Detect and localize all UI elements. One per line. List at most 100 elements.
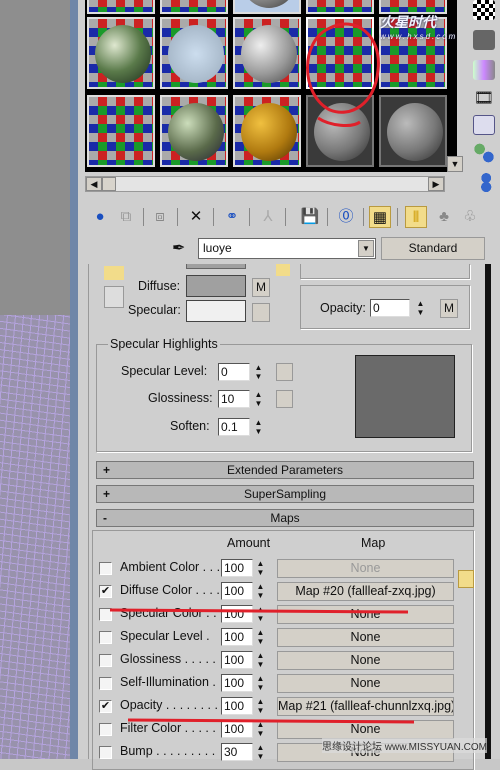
put-to-library-icon[interactable]: 💾 [299,206,321,228]
map-amount-spinner[interactable]: 100 [221,582,253,600]
soften-spinner[interactable]: 0.1 [218,418,250,436]
map-amount-spinner[interactable]: 100 [221,674,253,692]
go-forward-sibling-icon[interactable]: ♧ [459,206,481,228]
map-enable-checkbox[interactable] [99,723,112,736]
material-slot[interactable] [233,0,301,14]
glossiness-map-button[interactable] [276,390,293,408]
map-amount-spinner[interactable]: 100 [221,697,253,715]
sample-uv-icon[interactable] [473,60,495,80]
spinner-arrows-icon[interactable]: ▲ ▼ [255,697,266,715]
preview-icon[interactable] [473,115,495,135]
chevron-down-icon[interactable]: ▼ [358,240,374,257]
map-slot-button[interactable]: None [277,559,454,578]
material-slot[interactable] [160,17,228,89]
map-amount-spinner[interactable]: 30 [221,743,253,761]
spinner-arrows-icon[interactable]: ▲ ▼ [255,651,266,669]
map-enable-checkbox[interactable] [99,562,112,575]
go-to-parent-icon[interactable]: ♣ [433,206,455,228]
map-enable-checkbox[interactable]: ✔ [99,700,112,713]
get-material-icon[interactable]: ● [89,206,111,228]
material-slot[interactable] [87,0,155,14]
make-unique-icon[interactable]: ⅄ [257,206,279,228]
map-amount-spinner[interactable]: 100 [221,559,253,577]
rollout-supersampling[interactable]: + SuperSampling [96,485,474,503]
spinner-arrows-icon[interactable]: ▲ ▼ [255,559,266,577]
material-slot[interactable] [379,95,447,167]
assign-to-selection-icon[interactable]: ⧈ [149,206,171,228]
lock-icon[interactable] [458,570,474,588]
spinner-arrows-icon[interactable]: ▲ ▼ [255,674,266,692]
material-slot[interactable] [306,17,374,89]
diffuse-map-button[interactable]: M [252,278,270,297]
material-slot[interactable] [87,17,155,89]
material-slot[interactable] [87,95,155,167]
show-end-result-icon[interactable]: ⫴ [405,206,427,228]
rollout-extended-parameters[interactable]: + Extended Parameters [96,461,474,479]
material-slot[interactable] [160,0,228,14]
map-enable-checkbox[interactable] [99,677,112,690]
map-slot-button[interactable]: Map #21 (fallleaf-chunnlzxq.jpg) [277,697,454,716]
backlight-icon[interactable] [473,30,495,50]
show-map-in-viewport-icon[interactable]: ▦ [369,206,391,228]
map-amount-spinner[interactable]: 100 [221,628,253,646]
map-amount-spinner[interactable]: 100 [221,651,253,669]
map-slot-button[interactable]: None [277,674,454,693]
spinner-arrows-icon[interactable]: ▲ ▼ [255,605,266,623]
spinner-arrows-icon[interactable]: ▲ ▼ [253,418,264,436]
spinner-arrows-icon[interactable]: ▲ ▼ [255,743,266,761]
lock-icon[interactable] [276,264,290,276]
spinner-arrows-icon[interactable]: ▲ ▼ [255,582,266,600]
map-slot-button[interactable]: None [277,651,454,670]
map-amount-spinner[interactable]: 100 [221,605,253,623]
spinner-arrows-icon[interactable]: ▲ ▼ [255,628,266,646]
put-to-scene-icon[interactable]: ⧉ [115,206,137,228]
specular-level-map-button[interactable] [276,363,293,381]
panel-scrollbar[interactable] [485,264,491,759]
reset-map-icon[interactable]: ✕ [185,206,207,228]
specular-map-button[interactable] [252,303,270,322]
material-slot[interactable] [306,0,374,14]
lock-ambient-diffuse-icon[interactable] [104,266,124,280]
spinner-arrows-icon[interactable]: ▲ ▼ [255,720,266,738]
map-slot-button[interactable]: None [277,628,454,647]
map-amount-spinner[interactable]: 100 [221,720,253,738]
glossiness-spinner[interactable]: 10 [218,390,250,408]
material-name-combo[interactable]: luoye ▼ [198,238,376,259]
diffuse-swatch[interactable] [186,275,246,297]
map-slot-button[interactable]: None [277,720,454,739]
map-enable-checkbox[interactable] [99,654,112,667]
lock-diffuse-specular-icon[interactable] [104,286,124,308]
spinner-arrows-icon[interactable]: ▲ ▼ [253,363,264,381]
map-enable-checkbox[interactable] [99,746,112,759]
spinner-arrows-icon[interactable]: ▲ ▼ [253,390,264,408]
material-slot[interactable] [160,95,228,167]
map-slot-button[interactable]: Map #20 (fallleaf-zxq.jpg) [277,582,454,601]
slots-scroll-down[interactable]: ▼ [447,156,463,172]
map-enable-checkbox[interactable] [99,608,112,621]
material-slot[interactable] [306,95,374,167]
opacity-spinner[interactable]: 0 [370,299,410,317]
pick-material-eyedropper-icon[interactable]: ✒ [172,238,185,258]
ambient-swatch[interactable] [186,264,246,269]
material-slot[interactable] [233,17,301,89]
scroll-left-icon[interactable]: ◀ [86,177,102,191]
video-color-icon[interactable]: 🎞 [473,88,495,108]
make-copy-icon[interactable]: ⚭ [221,206,243,228]
opacity-map-button[interactable]: M [440,299,458,318]
map-slot-button[interactable]: None [277,605,454,624]
map-enable-checkbox[interactable] [99,631,112,644]
select-by-material-icon[interactable] [473,143,495,163]
slots-hscrollbar[interactable]: ◀ ▶ [85,176,445,192]
specular-swatch[interactable] [186,300,246,322]
specular-level-spinner[interactable]: 0 [218,363,250,381]
material-effects-channel-icon[interactable]: ⓪ [335,206,357,228]
material-navigator-icon[interactable] [473,172,495,192]
scroll-thumb[interactable] [102,177,116,191]
map-enable-checkbox[interactable]: ✔ [99,585,112,598]
rollout-maps[interactable]: - Maps [96,509,474,527]
material-type-button[interactable]: Standard [381,237,485,260]
scroll-right-icon[interactable]: ▶ [428,177,444,191]
background-icon[interactable] [473,0,495,20]
spinner-arrows-icon[interactable]: ▲ ▼ [415,299,426,317]
material-slot[interactable] [233,95,301,167]
